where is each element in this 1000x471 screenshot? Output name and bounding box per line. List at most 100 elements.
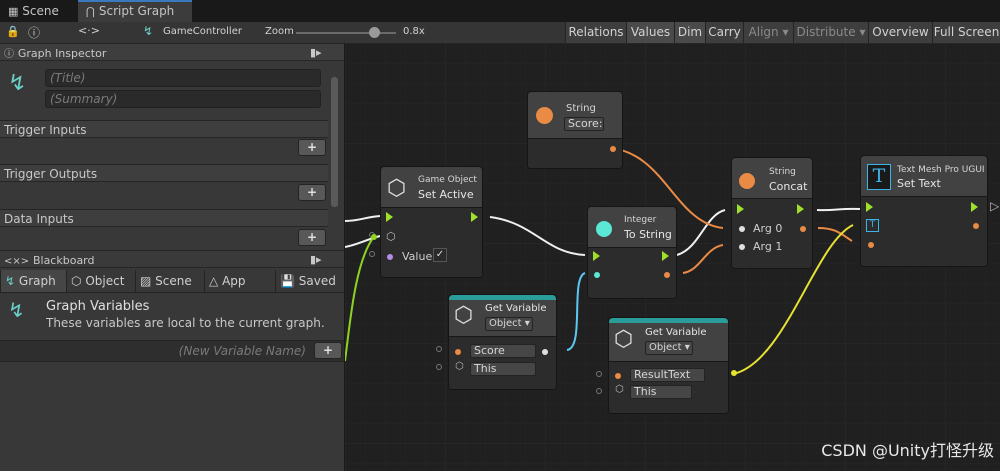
embed-icon[interactable]: <·> (78, 24, 100, 37)
set-active-node[interactable]: ⬡ Game Object Set Active ⬡ Value ✓ (380, 166, 483, 278)
zoom-label: Zoom (265, 26, 294, 37)
data-inputs-header[interactable]: Data Inputs (0, 209, 328, 227)
watermark-text: CSDN @Unity打怪升级 (821, 441, 994, 460)
text-in-port[interactable] (868, 242, 874, 248)
variable-name-dropdown[interactable]: Score (470, 344, 536, 358)
blackboard-title: Blackboard (32, 254, 95, 267)
integer-in-port[interactable] (594, 272, 600, 278)
new-variable-name-input[interactable]: (New Variable Name) (179, 344, 306, 358)
flow-in-port[interactable] (866, 202, 873, 212)
graph-variables-heading: Graph Variables (46, 299, 150, 314)
add-variable-button[interactable]: + (314, 342, 342, 359)
flow-in-port[interactable] (593, 251, 600, 261)
full-screen-button[interactable]: Full Screen (932, 22, 1000, 43)
carry-button[interactable]: Carry (705, 22, 743, 43)
graph-canvas[interactable]: ⬡ Game Object Set Active ⬡ Value ✓ Strin… (345, 43, 1000, 471)
zoom-slider-track[interactable] (296, 32, 396, 34)
string-out-port[interactable] (610, 146, 616, 152)
object-out-port[interactable] (731, 370, 737, 376)
flow-out-port[interactable] (797, 204, 804, 214)
string-out-port[interactable] (973, 223, 979, 229)
add-trigger-output-button[interactable]: + (298, 184, 326, 201)
trigger-inputs-header[interactable]: Trigger Inputs (0, 120, 328, 138)
node-header: ⬡ Get Variable Object ▾ (449, 300, 556, 337)
arg0-port[interactable] (739, 226, 745, 232)
graph-inspector-header: ⓘ Graph Inspector ▮▸ (0, 43, 344, 61)
cube-icon: ⬡ (386, 230, 396, 243)
add-trigger-input-button[interactable]: + (298, 139, 326, 156)
scene-icon: ▦ (8, 5, 19, 18)
input-ring[interactable] (596, 371, 602, 377)
get-variable-resulttext-node[interactable]: ⬡ Get Variable Object ▾ ResultText ⬡ Thi… (608, 317, 729, 414)
input-ring[interactable] (596, 388, 602, 394)
trigger-outputs-header[interactable]: Trigger Outputs (0, 164, 328, 182)
save-icon: 💾 (280, 274, 295, 288)
variable-kind-dropdown[interactable]: Object ▾ (645, 341, 693, 355)
variable-name-dropdown[interactable]: ResultText (630, 368, 705, 382)
info-icon[interactable]: ⓘ (28, 24, 40, 41)
to-string-node[interactable]: Integer To String (587, 206, 677, 299)
string-type-icon (536, 107, 553, 124)
set-text-node[interactable]: T Text Mesh Pro UGUI Set Text T (860, 155, 988, 267)
variable-kind-dropdown[interactable]: Object ▾ (485, 317, 533, 331)
node-category: Game Object (418, 175, 477, 185)
input-ring[interactable] (369, 251, 375, 257)
name-port[interactable] (615, 373, 621, 379)
value-port[interactable] (387, 254, 393, 260)
target-field[interactable]: This (630, 385, 692, 399)
inspector-scrollbar[interactable] (331, 77, 338, 207)
blackboard-tabs: ↯ Graph ⬡ Object ▨ Scene △ App 💾 Saved (0, 270, 344, 293)
distribute-dropdown[interactable]: Distribute ▾ (793, 22, 868, 43)
tmp-target-icon: T (866, 219, 879, 232)
flow-out-port[interactable] (471, 212, 478, 222)
tab-scene-vars[interactable]: ▨ Scene (135, 270, 204, 292)
overview-button[interactable]: Overview (868, 22, 932, 43)
graph-inspector-title: Graph Inspector (17, 47, 107, 60)
arg1-port[interactable] (739, 244, 745, 250)
tab-scene[interactable]: ▦ Scene (0, 0, 72, 22)
string-node[interactable]: String Score: (527, 91, 623, 169)
tab-object[interactable]: ⬡ Object (66, 270, 135, 292)
input-ring[interactable] (436, 346, 442, 352)
lock-icon[interactable]: 🔒 (6, 25, 20, 38)
panel-toggle-icon[interactable]: ▮▸ (310, 251, 322, 269)
node-body: T (861, 197, 987, 266)
tab-script-graph-label: Script Graph (98, 4, 175, 18)
target-field[interactable]: This (470, 362, 536, 376)
tab-saved[interactable]: 💾 Saved (275, 270, 344, 292)
values-button[interactable]: Values (626, 22, 674, 43)
input-ring[interactable] (436, 364, 442, 370)
string-out-port[interactable] (664, 272, 670, 278)
zoom-slider-thumb[interactable] (369, 27, 380, 38)
tab-script-graph[interactable]: ⋂ Script Graph (78, 0, 192, 22)
dim-button[interactable]: Dim (674, 22, 705, 43)
flow-out-port[interactable] (662, 251, 669, 261)
get-variable-score-node[interactable]: ⬡ Get Variable Object ▾ Score ⬡ This (448, 294, 557, 390)
string-out-port[interactable] (800, 226, 806, 232)
node-title: Set Text (897, 177, 941, 190)
new-variable-row: (New Variable Name) + (0, 340, 344, 362)
blackboard-header: <×> Blackboard ▮▸ (0, 250, 344, 268)
align-dropdown[interactable]: Align ▾ (743, 22, 793, 43)
name-port[interactable] (455, 349, 461, 355)
node-header: String Concat (732, 158, 812, 199)
summary-field[interactable]: (Summary) (45, 90, 321, 108)
add-data-input-button[interactable]: + (298, 229, 326, 246)
string-value-field[interactable]: Score: (564, 117, 604, 131)
flow-in-port[interactable] (737, 204, 744, 214)
flow-out-port[interactable] (971, 202, 978, 212)
zoom-value: 0.8x (403, 26, 425, 37)
window-tab-bar: ▦ Scene ⋂ Script Graph (0, 0, 1000, 23)
value-out-port[interactable] (542, 349, 548, 355)
tab-graph[interactable]: ↯ Graph (0, 270, 66, 292)
tab-object-label: Object (85, 274, 125, 288)
tab-app[interactable]: △ App (204, 270, 275, 292)
title-field[interactable]: (Title) (45, 69, 321, 87)
relations-button[interactable]: Relations (565, 22, 626, 43)
node-header: ⬡ Get Variable Object ▾ (609, 323, 728, 362)
panel-toggle-icon[interactable]: ▮▸ (310, 44, 322, 62)
concat-node[interactable]: String Concat Arg 0 Arg 1 (731, 157, 813, 269)
flow-in-port[interactable] (386, 212, 393, 222)
value-checkbox[interactable]: ✓ (433, 248, 447, 262)
cube-icon: ⬡ (455, 361, 464, 372)
